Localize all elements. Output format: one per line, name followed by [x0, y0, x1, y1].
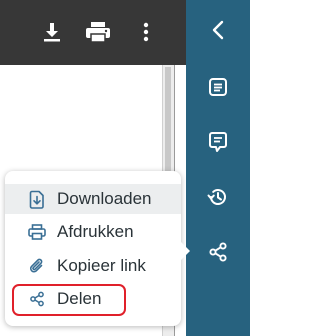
- menu-item-label: Afdrukken: [57, 222, 134, 241]
- comment-icon: [209, 132, 227, 152]
- share-icon: [209, 242, 227, 262]
- print-icon: [86, 22, 110, 43]
- download-button[interactable]: [38, 18, 66, 46]
- collapse-sidebar-button[interactable]: [203, 15, 233, 45]
- menu-item-kopieer-link[interactable]: Kopieer link: [13, 251, 181, 281]
- viewer-toolbar: [0, 0, 186, 65]
- menu-item-label: Downloaden: [57, 189, 152, 208]
- document-list-icon: [209, 78, 227, 96]
- version-history-button[interactable]: [203, 182, 233, 212]
- document-info-button[interactable]: [203, 72, 233, 102]
- delen-highlight-box: [12, 284, 126, 316]
- chevron-left-icon: [212, 20, 224, 40]
- download-file-icon: [27, 189, 47, 209]
- scrollbar-thumb[interactable]: [165, 67, 171, 187]
- menu-item-downloaden[interactable]: Downloaden: [5, 184, 181, 214]
- printer-icon: [27, 222, 47, 242]
- print-button[interactable]: [84, 18, 112, 46]
- menu-item-afdrukken[interactable]: Afdrukken: [13, 217, 181, 247]
- comments-button[interactable]: [203, 127, 233, 157]
- right-sidebar: [186, 0, 250, 336]
- menu-pointer-arrow: [181, 242, 190, 260]
- paperclip-icon: [27, 256, 47, 276]
- share-button[interactable]: [203, 237, 233, 267]
- menu-item-label: Kopieer link: [57, 256, 146, 275]
- more-options-button[interactable]: [132, 18, 160, 46]
- download-icon: [44, 23, 60, 42]
- history-icon: [207, 189, 226, 205]
- more-vertical-icon: [143, 22, 149, 42]
